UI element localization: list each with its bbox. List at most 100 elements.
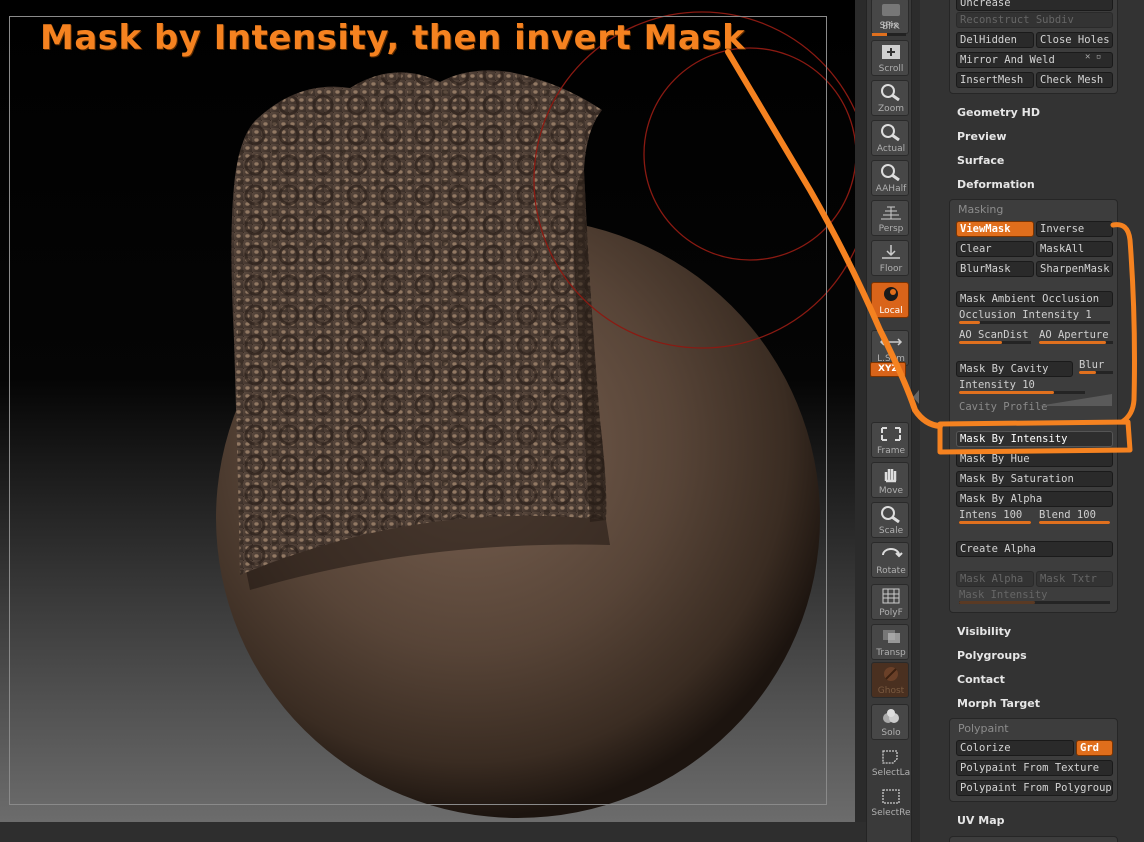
geometry-hd-subpalette[interactable]: Geometry HD: [957, 106, 1040, 119]
scale-button[interactable]: Scale: [871, 502, 909, 538]
actual-icon: [881, 124, 900, 141]
rotate-button[interactable]: Rotate: [871, 542, 909, 578]
insertmesh-button[interactable]: InsertMesh: [956, 72, 1034, 88]
polypaint-from-polygroup-button[interactable]: Polypaint From Polygroup: [956, 780, 1113, 796]
persp-button[interactable]: Persp: [871, 200, 909, 236]
mask-intensity-fill: [959, 601, 1035, 604]
mask-intensity-label: Mask Intensity: [959, 589, 1048, 601]
perspective-grid-icon: [881, 206, 901, 220]
selectlasso-button[interactable]: SelectLa: [871, 744, 910, 780]
reconstruct-subdiv-button[interactable]: Reconstruct Subdiv: [956, 12, 1113, 28]
cavity-blur-slider[interactable]: Blur: [1076, 359, 1116, 375]
tray-divider[interactable]: [912, 0, 920, 842]
select-rect-icon: [882, 789, 900, 804]
check-mesh-button[interactable]: Check Mesh: [1036, 72, 1113, 88]
spix-slider[interactable]: [872, 33, 906, 36]
mask-by-alpha-button[interactable]: Mask By Alpha: [956, 491, 1113, 507]
solo-button-label: Solo: [881, 728, 901, 738]
maskall-button[interactable]: MaskAll: [1036, 241, 1113, 257]
contact-subpalette[interactable]: Contact: [957, 673, 1005, 686]
blurmask-button[interactable]: BlurMask: [956, 261, 1034, 277]
masking-title[interactable]: Masking: [958, 203, 1003, 216]
polygroups-subpalette[interactable]: Polygroups: [957, 649, 1027, 662]
mask-by-intensity-button[interactable]: Mask By Intensity: [956, 431, 1113, 447]
hand-icon: [884, 469, 897, 483]
inverse-button[interactable]: Inverse: [1036, 221, 1113, 237]
collapse-arrow-icon[interactable]: [913, 390, 919, 404]
aahalf-button[interactable]: AAHalf: [871, 160, 909, 196]
visibility-subpalette[interactable]: Visibility: [957, 625, 1011, 638]
occlusion-intensity-slider[interactable]: Occlusion Intensity 1: [956, 309, 1113, 325]
close-holes-button[interactable]: Close Holes: [1036, 32, 1113, 48]
rotate-icon: [882, 548, 903, 558]
ao-aperture-slider[interactable]: AO Aperture: [1036, 329, 1116, 345]
ao-scandist-label: AO ScanDist: [959, 329, 1029, 341]
blend-fill: [1039, 521, 1110, 524]
mask-ambient-occlusion-button[interactable]: Mask Ambient Occlusion: [956, 291, 1113, 307]
zoom-icon: [881, 84, 900, 101]
ghost-button-label: Ghost: [877, 686, 905, 696]
floor-button[interactable]: Floor: [871, 240, 909, 276]
ghost-button[interactable]: Ghost: [871, 662, 909, 698]
polypaint-title[interactable]: Polypaint: [958, 722, 1009, 735]
ao-aperture-label: AO Aperture: [1039, 329, 1109, 341]
uncrease-button[interactable]: Uncrease: [956, 0, 1113, 11]
mask-by-cavity-button[interactable]: Mask By Cavity: [956, 361, 1073, 377]
solo-button[interactable]: Solo: [871, 704, 909, 740]
mask-intensity-slider[interactable]: Mask Intensity: [956, 589, 1113, 605]
blend-slider[interactable]: Blend 100: [1036, 509, 1113, 525]
spix-slider-fill: [872, 33, 888, 36]
lsym-button[interactable]: L.Sym: [871, 330, 909, 366]
bottom-shelf: [0, 822, 866, 842]
frame-button[interactable]: Frame: [871, 422, 909, 458]
ao-scandist-fill: [959, 341, 1003, 344]
move-button[interactable]: Move: [871, 462, 909, 498]
polypaint-from-texture-button[interactable]: Polypaint From Texture: [956, 760, 1113, 776]
tutorial-caption: Mask by Intensity, then invert Mask: [40, 18, 746, 58]
mask-alpha-button[interactable]: Mask Alpha: [956, 571, 1034, 587]
uv-map-subpalette[interactable]: UV Map: [957, 814, 1005, 827]
delhidden-button[interactable]: DelHidden: [956, 32, 1034, 48]
selectrect-button[interactable]: SelectRe: [871, 784, 911, 820]
colorize-button[interactable]: Colorize: [956, 740, 1074, 756]
polyf-button[interactable]: PolyF: [871, 584, 909, 620]
mask-by-saturation-button[interactable]: Mask By Saturation: [956, 471, 1113, 487]
grd-button[interactable]: Grd: [1076, 740, 1113, 756]
right-shelf: BPR Scroll Zoom Actual AAHalf Persp Floor Local…: [866, 0, 912, 842]
scroll-button[interactable]: Scroll: [871, 40, 909, 76]
transp-button[interactable]: Transp: [871, 624, 909, 660]
morph-target-subpalette[interactable]: Morph Target: [957, 697, 1040, 710]
cavity-profile-graph[interactable]: [1038, 394, 1112, 406]
aahalf-icon: [881, 164, 900, 181]
aahalf-button-label: AAHalf: [875, 184, 907, 194]
frame-icon: [881, 427, 901, 441]
scale-icon: [881, 506, 900, 523]
document-viewport[interactable]: Mask by Intensity, then invert Mask: [0, 0, 855, 822]
bpr-icon: [882, 4, 900, 16]
mask-txtr-button[interactable]: Mask Txtr: [1036, 571, 1113, 587]
mirror-axis-icon[interactable]: ✕ ▫: [1085, 52, 1101, 62]
preview-subpalette[interactable]: Preview: [957, 130, 1007, 143]
polyf-button-label: PolyF: [879, 608, 903, 618]
create-alpha-button[interactable]: Create Alpha: [956, 541, 1113, 557]
ao-scandist-slider[interactable]: AO ScanDist: [956, 329, 1034, 345]
floor-icon: [882, 245, 900, 259]
sharpenmask-button[interactable]: SharpenMask: [1036, 261, 1113, 277]
rotate-button-label: Rotate: [876, 566, 906, 576]
local-button[interactable]: Local: [871, 282, 909, 318]
solo-icon: [883, 709, 899, 723]
cavity-intensity-label: Intensity 10: [959, 379, 1035, 391]
geometry-panel: Uncrease Reconstruct Subdiv DelHidden Cl…: [949, 0, 1118, 94]
surface-subpalette[interactable]: Surface: [957, 154, 1004, 167]
clear-mask-button[interactable]: Clear: [956, 241, 1034, 257]
local-icon: [884, 287, 898, 301]
transp-button-label: Transp: [876, 648, 906, 658]
zoom-button[interactable]: Zoom: [871, 80, 909, 116]
intens-slider[interactable]: Intens 100: [956, 509, 1034, 525]
mask-by-hue-button[interactable]: Mask By Hue: [956, 451, 1113, 467]
actual-button[interactable]: Actual: [871, 120, 909, 156]
deformation-subpalette[interactable]: Deformation: [957, 178, 1035, 191]
viewmask-button[interactable]: ViewMask: [956, 221, 1034, 237]
xyz-symmetry-button[interactable]: XYZ: [870, 362, 906, 377]
cavity-intensity-slider[interactable]: Intensity 10: [956, 379, 1088, 395]
